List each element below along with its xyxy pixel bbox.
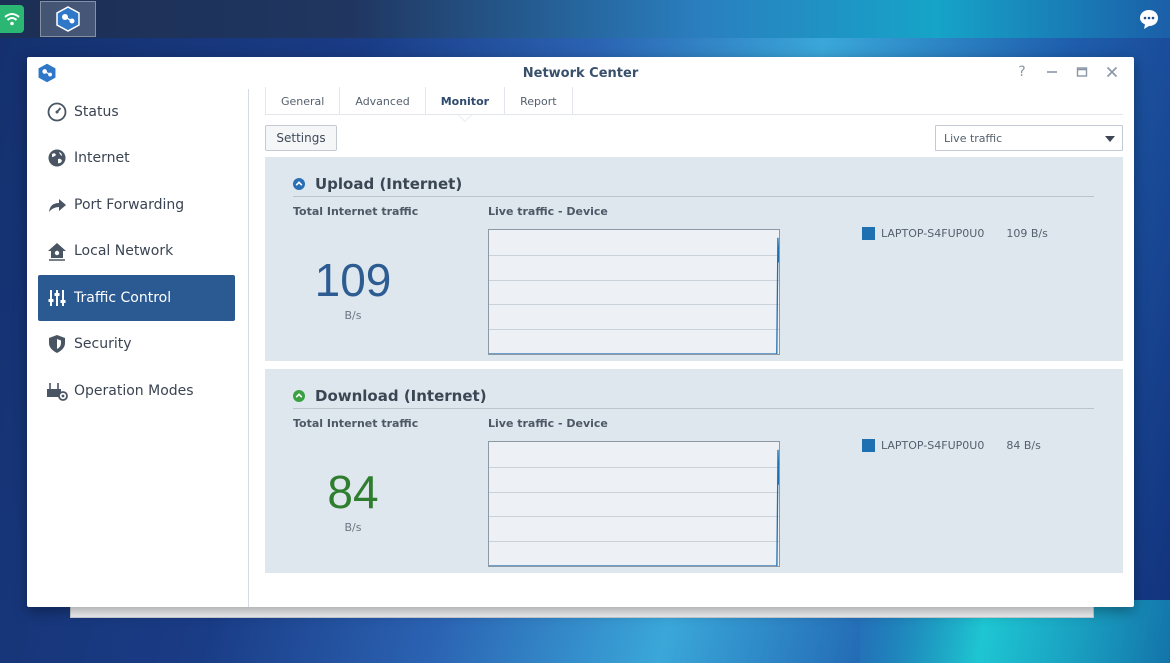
globe-icon (46, 147, 68, 169)
sidebar-item-label: Operation Modes (74, 383, 194, 399)
download-panel: Download (Internet) Total Internet traff… (265, 369, 1123, 573)
sidebar-item-label: Traffic Control (74, 290, 172, 306)
sidebar: Status Internet Port Forwarding Local Ne… (27, 89, 249, 607)
upload-title: Upload (Internet) (315, 174, 463, 193)
sidebar-item-status[interactable]: Status (38, 89, 235, 135)
chat-icon[interactable] (1136, 6, 1162, 32)
help-icon[interactable]: ? (1014, 63, 1030, 81)
view-mode-value: Live traffic (944, 131, 1003, 145)
tab-general[interactable]: General (265, 87, 341, 115)
router-gear-icon (46, 380, 68, 402)
sidebar-item-label: Internet (74, 150, 130, 166)
download-legend: LAPTOP-S4FUP0U0 84 B/s (862, 439, 1041, 452)
network-center-taskbar-button[interactable] (40, 1, 96, 37)
download-live-chart (488, 441, 780, 567)
upload-header[interactable]: Upload (Internet) (293, 171, 1094, 197)
sidebar-item-operation-modes[interactable]: Operation Modes (38, 368, 235, 414)
download-header[interactable]: Download (Internet) (293, 383, 1094, 409)
sliders-icon (46, 287, 68, 309)
settings-button[interactable]: Settings (265, 125, 337, 151)
sidebar-item-security[interactable]: Security (38, 321, 235, 367)
sidebar-item-label: Status (74, 104, 119, 120)
wifi-icon[interactable] (0, 5, 24, 33)
network-center-window: Network Center ? Status Internet Port Fo… (27, 57, 1134, 607)
download-unit: B/s (344, 521, 362, 534)
chevron-down-icon (1105, 136, 1115, 142)
sidebar-item-label: Local Network (74, 243, 174, 259)
shield-icon (46, 333, 68, 355)
window-title: Network Center (522, 65, 639, 81)
upload-unit: B/s (344, 309, 362, 322)
upload-live-label: Live traffic - Device (488, 205, 608, 218)
collapse-toggle-icon[interactable] (293, 177, 305, 190)
upload-total-value: 109 (314, 254, 392, 306)
sidebar-item-local-network[interactable]: Local Network (38, 228, 235, 274)
tab-monitor[interactable]: Monitor (426, 87, 506, 122)
upload-legend: LAPTOP-S4FUP0U0 109 B/s (862, 227, 1048, 240)
sidebar-item-label: Security (74, 336, 132, 352)
upload-live-chart (488, 229, 780, 355)
download-total-label: Total Internet traffic (293, 417, 419, 430)
download-title: Download (Internet) (315, 386, 487, 405)
tab-advanced[interactable]: Advanced (340, 87, 426, 115)
legend-swatch (862, 227, 875, 240)
legend-device-name: LAPTOP-S4FUP0U0 (881, 227, 985, 240)
sidebar-item-port-forwarding[interactable]: Port Forwarding (38, 182, 235, 228)
network-center-icon (37, 63, 57, 87)
legend-swatch (862, 439, 875, 452)
upload-total-label: Total Internet traffic (293, 205, 419, 218)
forward-arrow-icon (46, 194, 68, 216)
upload-panel: Upload (Internet) Total Internet traffic… (265, 157, 1123, 361)
download-total-value: 84 (327, 466, 379, 518)
tab-report[interactable]: Report (505, 87, 573, 115)
minimize-icon[interactable] (1044, 63, 1060, 81)
legend-device-name: LAPTOP-S4FUP0U0 (881, 439, 985, 452)
collapse-toggle-icon[interactable] (293, 389, 305, 402)
sidebar-item-traffic-control[interactable]: Traffic Control (38, 275, 235, 321)
download-live-label: Live traffic - Device (488, 417, 608, 430)
home-network-icon (46, 240, 68, 262)
titlebar[interactable]: Network Center ? (27, 57, 1134, 89)
tab-bar: General Advanced Monitor Report (265, 87, 1123, 122)
legend-device-value: 109 B/s (1006, 227, 1048, 240)
gauge-icon (46, 101, 68, 123)
view-mode-select[interactable]: Live traffic (935, 125, 1123, 151)
download-chart-svg (489, 449, 780, 567)
sidebar-item-label: Port Forwarding (74, 197, 185, 213)
main-content: General Advanced Monitor Report Settings… (265, 87, 1123, 607)
taskbar (0, 0, 1170, 38)
legend-device-value: 84 B/s (1006, 439, 1041, 452)
network-center-icon (56, 6, 80, 32)
close-icon[interactable] (1104, 63, 1120, 81)
sidebar-item-internet[interactable]: Internet (38, 135, 235, 181)
maximize-icon[interactable] (1074, 63, 1090, 81)
upload-chart-svg (489, 237, 780, 355)
